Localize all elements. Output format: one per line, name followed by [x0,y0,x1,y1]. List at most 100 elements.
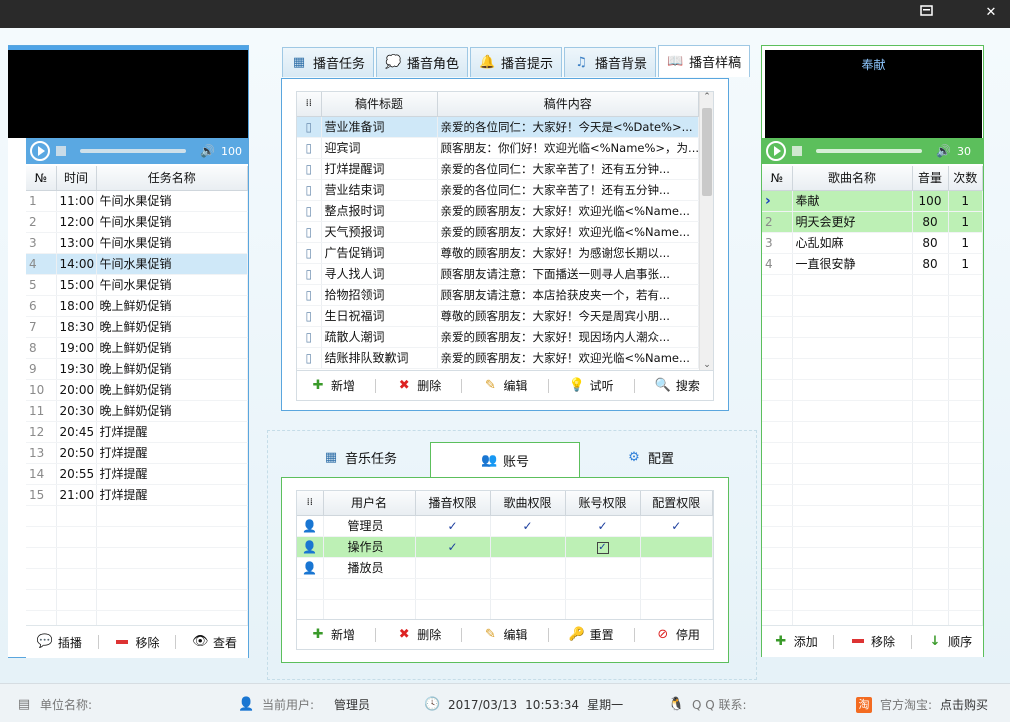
col-account-perm[interactable]: 账号权限 [565,491,641,516]
table-row[interactable]: 6 18:00 晚上鲜奶促销 [26,295,248,317]
remove-song-button[interactable]: 移除 [844,633,901,650]
col-time[interactable]: 时间 [56,166,97,191]
row-permission-3[interactable] [565,557,641,579]
remove-button[interactable]: 移除 [108,634,165,651]
table-row[interactable]: ▯ 整点报时词 亲爱的顾客朋友：大家好！欢迎光临<%Name... [297,200,699,222]
table-row[interactable]: 5 15:00 午间水果促销 [26,274,248,296]
row-permission-1[interactable]: ✓ [415,515,491,537]
table-row[interactable]: ▯ 结账排队致歉词 亲爱的顾客朋友：大家好！欢迎光临<%Name... [297,347,699,369]
row-permission-4[interactable] [640,557,713,579]
row-permission-3[interactable]: ✓ [565,536,641,558]
qq-contact[interactable]: 🐧 Q Q 联系: [668,696,747,713]
table-row[interactable]: 👤 操作员 ✓ ✓ [297,536,713,558]
table-row[interactable]: ▯ 天气预报词 亲爱的顾客朋友：大家好！欢迎光临<%Name... [297,221,699,243]
edit-user-button[interactable]: ✎ 编辑 [476,626,533,643]
table-row[interactable]: › 奉献 100 1 [762,190,983,212]
add-script-button[interactable]: ✚ 新增 [304,377,361,394]
table-row[interactable]: 4 14:00 午间水果促销 [26,253,248,275]
progress-slider[interactable] [816,149,922,153]
tab-broadcast-background[interactable]: ♫ 播音背景 [564,47,657,77]
table-row[interactable]: 11 20:30 晚上鲜奶促销 [26,400,248,422]
reset-button[interactable]: 🔑 重置 [563,626,620,643]
taobao-link[interactable]: 淘 官方淘宝: 点击购买 [856,696,988,713]
tab-broadcast-task[interactable]: ▦ 播音任务 [282,47,375,77]
table-row[interactable]: ▯ 疏散人潮词 亲爱的顾客朋友：大家好！现因场内人潮众... [297,326,699,348]
table-row[interactable]: ▯ 生日祝福词 尊敬的顾客朋友：大家好！今天是周宾小朋... [297,305,699,327]
table-row[interactable]: 14 20:55 打烊提醒 [26,463,248,485]
play-button[interactable] [766,141,786,161]
col-number[interactable]: № [762,166,793,191]
tab-broadcast-script[interactable]: 📖 播音样稿 [658,45,751,77]
row-permission-2[interactable] [490,536,566,558]
col-song-name[interactable]: 歌曲名称 [792,166,913,191]
col-config-perm[interactable]: 配置权限 [640,491,713,516]
edit-script-button[interactable]: ✎ 编辑 [476,377,533,394]
table-row[interactable]: ▯ 拾物招领词 顾客朋友请注意：本店拾获皮夹一个，若有... [297,284,699,306]
progress-slider[interactable] [80,149,186,153]
col-script-title[interactable]: 稿件标题 [321,92,438,117]
add-song-button[interactable]: ✚ 添加 [767,633,824,650]
table-row[interactable]: ▯ 打烊提醒词 亲爱的各位同仁：大家辛苦了！还有五分钟... [297,158,699,180]
row-permission-4[interactable] [640,536,713,558]
row-permission-4[interactable]: ✓ [640,515,713,537]
row-permission-1[interactable]: ✓ [415,536,491,558]
table-row[interactable]: ▯ 营业结束词 亲爱的各位同仁：大家辛苦了！还有五分钟... [297,179,699,201]
scroll-up-icon[interactable]: ⌃ [700,92,713,107]
table-row[interactable]: 13 20:50 打烊提醒 [26,442,248,464]
order-button[interactable]: ↓ 顺序 [921,633,978,650]
row-permission-3[interactable]: ✓ [565,515,641,537]
col-volume[interactable]: 音量 [912,166,949,191]
table-row[interactable]: 4 一直很安静 80 1 [762,253,983,275]
insert-button[interactable]: 💬 插播 [31,634,88,651]
table-row[interactable]: 15 21:00 打烊提醒 [26,484,248,506]
add-user-button[interactable]: ✚ 新增 [304,626,361,643]
row-permission-2[interactable]: ✓ [490,515,566,537]
col-broadcast-perm[interactable]: 播音权限 [415,491,491,516]
stop-button[interactable] [56,146,66,156]
tab-account[interactable]: 👥 账号 [430,442,580,478]
row-permission-1[interactable] [415,557,491,579]
search-button[interactable]: 🔍 搜索 [649,377,706,394]
delete-script-button[interactable]: ✖ 删除 [390,377,447,394]
table-row[interactable]: 👤 播放员 [297,557,713,579]
tab-broadcast-hint[interactable]: 🔔 播音提示 [470,47,563,77]
table-row[interactable]: 1 11:00 午间水果促销 [26,190,248,212]
table-row[interactable]: 9 19:30 晚上鲜奶促销 [26,358,248,380]
table-row[interactable]: 10 20:00 晚上鲜奶促销 [26,379,248,401]
col-song-perm[interactable]: 歌曲权限 [490,491,566,516]
table-row[interactable]: 👤 管理员 ✓ ✓ ✓ ✓ [297,515,713,537]
col-username[interactable]: 用户名 [323,491,416,516]
disable-button[interactable]: ⊘ 停用 [649,626,706,643]
row-permission-2[interactable] [490,557,566,579]
table-row[interactable]: 3 13:00 午间水果促销 [26,232,248,254]
volume-icon[interactable]: 🔊 [200,144,215,158]
buy-link[interactable]: 点击购买 [940,696,988,713]
table-row[interactable]: 2 12:00 午间水果促销 [26,211,248,233]
col-task-name[interactable]: 任务名称 [96,166,248,191]
play-button[interactable] [30,141,50,161]
table-row[interactable]: 3 心乱如麻 80 1 [762,232,983,254]
table-row[interactable]: ▯ 营业准备词 亲爱的各位同仁：大家好！今天是<%Date%>... [297,116,699,138]
col-script-content[interactable]: 稿件内容 [437,92,699,117]
restore-icon[interactable] [918,5,936,21]
table-row[interactable]: ▯ 迎宾词 顾客朋友：你们好！欢迎光临<%Name%>，为... [297,137,699,159]
permission-checkbox[interactable]: ✓ [596,542,609,554]
volume-icon[interactable]: 🔊 [936,144,951,158]
col-number[interactable]: № [26,166,57,191]
table-row[interactable]: 12 20:45 打烊提醒 [26,421,248,443]
tab-music-task[interactable]: ▦ 音乐任务 [290,442,430,472]
table-row[interactable]: 8 19:00 晚上鲜奶促销 [26,337,248,359]
tab-broadcast-role[interactable]: 💭 播音角色 [376,47,469,77]
delete-user-button[interactable]: ✖ 删除 [390,626,447,643]
listen-button[interactable]: 💡 试听 [563,377,620,394]
close-icon[interactable]: ✕ [982,5,1000,21]
table-row[interactable]: 2 明天会更好 80 1 [762,211,983,233]
scroll-thumb[interactable] [702,108,712,196]
scroll-down-icon[interactable]: ⌄ [700,360,713,370]
col-count[interactable]: 次数 [948,166,983,191]
view-button[interactable]: 👁 查看 [186,634,243,651]
table-row[interactable]: ▯ 广告促销词 尊敬的顾客朋友：大家好！为感谢您长期以... [297,242,699,264]
table-row[interactable]: 7 18:30 晚上鲜奶促销 [26,316,248,338]
stop-button[interactable] [792,146,802,156]
script-scrollbar[interactable]: ⌃ ⌄ [699,92,713,370]
